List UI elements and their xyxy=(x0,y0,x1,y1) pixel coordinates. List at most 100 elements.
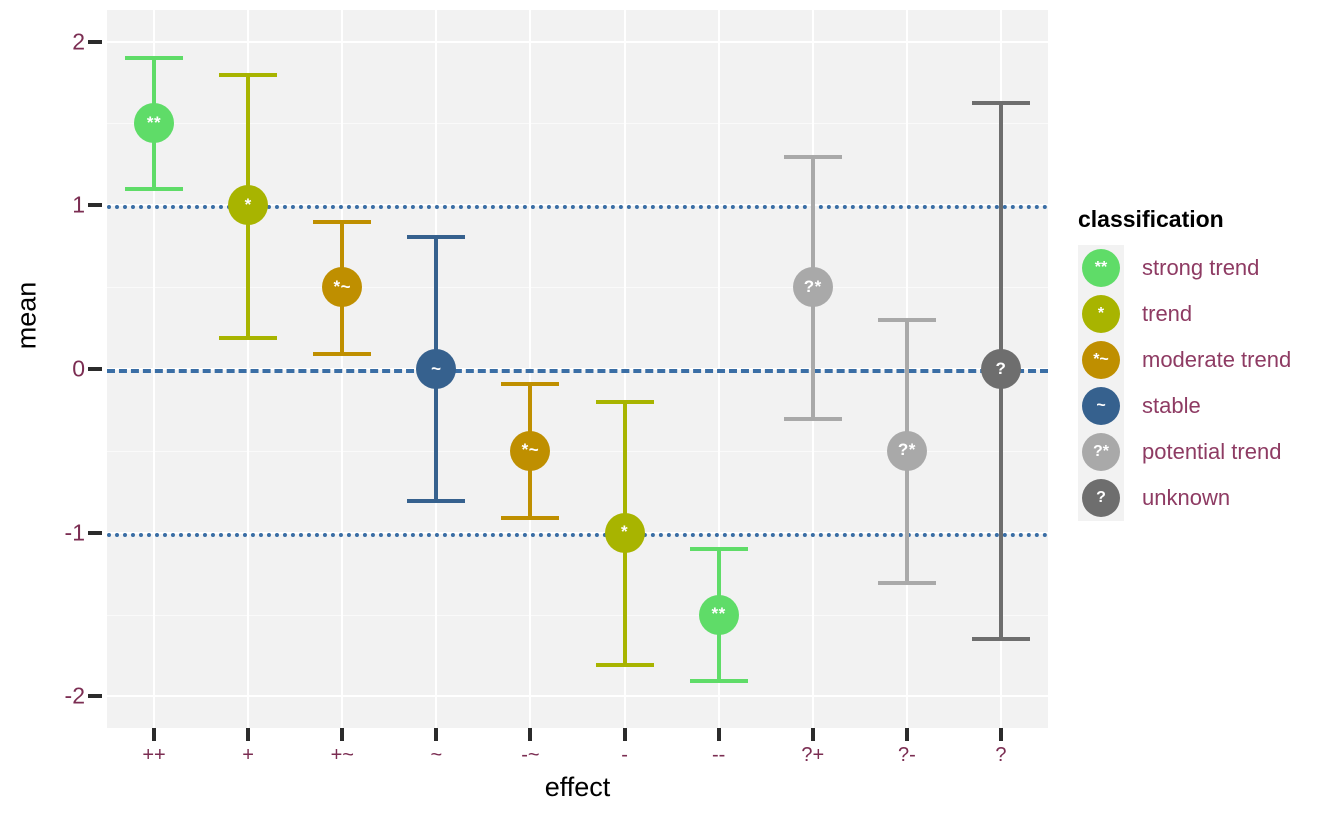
legend-key: ? xyxy=(1078,475,1124,521)
legend-item-label: moderate trend xyxy=(1142,347,1292,372)
data-point[interactable]: ** xyxy=(698,594,739,635)
legend-item[interactable]: ** strong trend xyxy=(1074,245,1336,291)
error-bar-cap-lower xyxy=(971,636,1030,641)
legend: classification ** strong trend * trend *~ mod… xyxy=(1074,206,1336,521)
data-point[interactable]: *~ xyxy=(322,267,363,308)
data-point-glyph: ** xyxy=(711,604,726,624)
legend-item-label: potential trend xyxy=(1142,439,1282,464)
y-axis: 2 1 0 -1 -2 xyxy=(0,0,107,830)
data-point-glyph: *~ xyxy=(521,440,540,460)
legend-key: ** xyxy=(1078,245,1124,291)
x-axis-tick-mark xyxy=(810,728,815,741)
data-point[interactable]: ~ xyxy=(416,349,457,389)
data-point[interactable]: *~ xyxy=(510,430,551,471)
error-bar-cap-lower xyxy=(689,679,748,684)
legend-key: ?* xyxy=(1078,429,1124,475)
x-axis-tick-label: -~ xyxy=(521,744,540,766)
error-bar-cap-lower xyxy=(125,186,184,191)
error-bar-cap-upper xyxy=(971,100,1030,105)
error-bar-cap-lower xyxy=(501,515,560,520)
data-point-glyph: * xyxy=(244,194,252,214)
data-point-glyph: ~ xyxy=(431,358,442,378)
legend-items: ** strong trend * trend *~ moderate trend ~ sta… xyxy=(1074,245,1336,521)
x-axis-tick-label: - xyxy=(621,744,628,766)
x-axis-tick-mark xyxy=(434,728,439,741)
data-point[interactable]: ? xyxy=(980,349,1021,389)
plot-panel: ** * *~ ~ *~ * ** ?* ?*? xyxy=(107,10,1048,728)
error-bar-cap-upper xyxy=(407,234,466,239)
y-axis-tick-mark xyxy=(88,694,102,699)
x-axis-tick-label: ++ xyxy=(142,744,166,766)
y-axis-tick-mark xyxy=(88,39,102,44)
x-axis-tick-mark xyxy=(246,728,251,741)
error-bar-cap-upper xyxy=(313,220,372,225)
data-point[interactable]: * xyxy=(228,185,269,226)
x-axis-tick-label: ?- xyxy=(897,744,916,766)
legend-title: classification xyxy=(1078,206,1224,232)
error-bar-cap-upper xyxy=(595,400,654,405)
legend-item-label: trend xyxy=(1142,301,1193,326)
error-bar-cap-upper xyxy=(877,318,936,323)
legend-marker-icon: *~ xyxy=(1082,341,1120,379)
error-bar-cap-lower xyxy=(219,335,278,340)
x-axis-tick-label: +~ xyxy=(330,744,354,766)
legend-item[interactable]: *~ moderate trend xyxy=(1074,337,1336,383)
error-bar-cap-upper xyxy=(783,154,842,159)
legend-item-label: strong trend xyxy=(1142,255,1260,280)
error-bar-cap-upper xyxy=(501,382,560,387)
chart-root: ** * *~ ~ *~ * ** ?* ?*? 2 1 0 -1 -2 mean ++ + +~ ~ -~ - -… xyxy=(0,0,1344,830)
x-axis-tick-mark xyxy=(152,728,157,741)
data-point[interactable]: * xyxy=(604,512,645,553)
legend-key: ~ xyxy=(1078,383,1124,429)
x-axis-tick-mark xyxy=(904,728,909,741)
legend-marker-icon: ** xyxy=(1082,249,1120,287)
data-point-glyph: ? xyxy=(995,358,1007,378)
x-axis-title: effect xyxy=(544,772,611,802)
y-axis-tick-label: -2 xyxy=(64,682,85,709)
error-bar-cap-lower xyxy=(877,581,936,586)
error-bar-cap-upper xyxy=(689,547,748,552)
legend-marker-icon: ~ xyxy=(1082,387,1120,425)
legend-key: *~ xyxy=(1078,337,1124,383)
legend-item-label: stable xyxy=(1142,393,1201,418)
x-axis-tick-label: ? xyxy=(995,744,1007,766)
x-axis-tick-mark xyxy=(528,728,533,741)
y-axis-tick-label: 0 xyxy=(72,355,85,382)
data-point[interactable]: ** xyxy=(134,103,175,144)
x-axis-tick-mark xyxy=(998,728,1003,741)
data-point-glyph: ?* xyxy=(803,276,822,296)
legend-item[interactable]: ? unknown xyxy=(1074,475,1336,521)
legend-marker-icon: ?* xyxy=(1082,433,1120,471)
error-bar-cap-upper xyxy=(219,72,278,77)
legend-item[interactable]: ~ stable xyxy=(1074,383,1336,429)
legend-item[interactable]: ?* potential trend xyxy=(1074,429,1336,475)
legend-item[interactable]: * trend xyxy=(1074,291,1336,337)
data-point[interactable]: ?* xyxy=(792,267,833,308)
x-axis-tick-label: + xyxy=(242,744,254,766)
y-axis-tick-label: 1 xyxy=(72,191,85,218)
error-bar-cap-upper xyxy=(125,56,184,61)
y-axis-title: mean xyxy=(11,281,42,350)
legend-marker-icon: * xyxy=(1082,295,1120,333)
x-axis-tick-label: ?+ xyxy=(801,744,825,766)
data-point-glyph: *~ xyxy=(333,276,352,296)
x-axis-tick-label: ~ xyxy=(430,744,443,766)
y-axis-tick-label: -1 xyxy=(64,519,85,546)
error-bar-cap-lower xyxy=(313,351,372,356)
x-axis-tick-mark xyxy=(622,728,627,741)
x-axis-tick-mark xyxy=(340,728,345,741)
error-bar-cap-lower xyxy=(783,417,842,422)
legend-item-label: unknown xyxy=(1142,485,1231,510)
y-axis-tick-mark xyxy=(88,203,102,208)
y-axis-tick-mark xyxy=(88,530,102,535)
data-point-glyph: ** xyxy=(146,112,162,132)
error-bar-cap-lower xyxy=(407,499,466,504)
legend-marker-icon: ? xyxy=(1082,479,1120,517)
data-point-glyph: * xyxy=(620,522,629,542)
y-axis-tick-mark xyxy=(88,367,102,371)
x-axis-tick-label: -- xyxy=(711,744,726,766)
legend-key: * xyxy=(1078,291,1124,337)
data-point[interactable]: ?* xyxy=(886,430,927,471)
data-point-glyph: ?* xyxy=(897,440,916,460)
error-bar-cap-lower xyxy=(595,662,654,667)
